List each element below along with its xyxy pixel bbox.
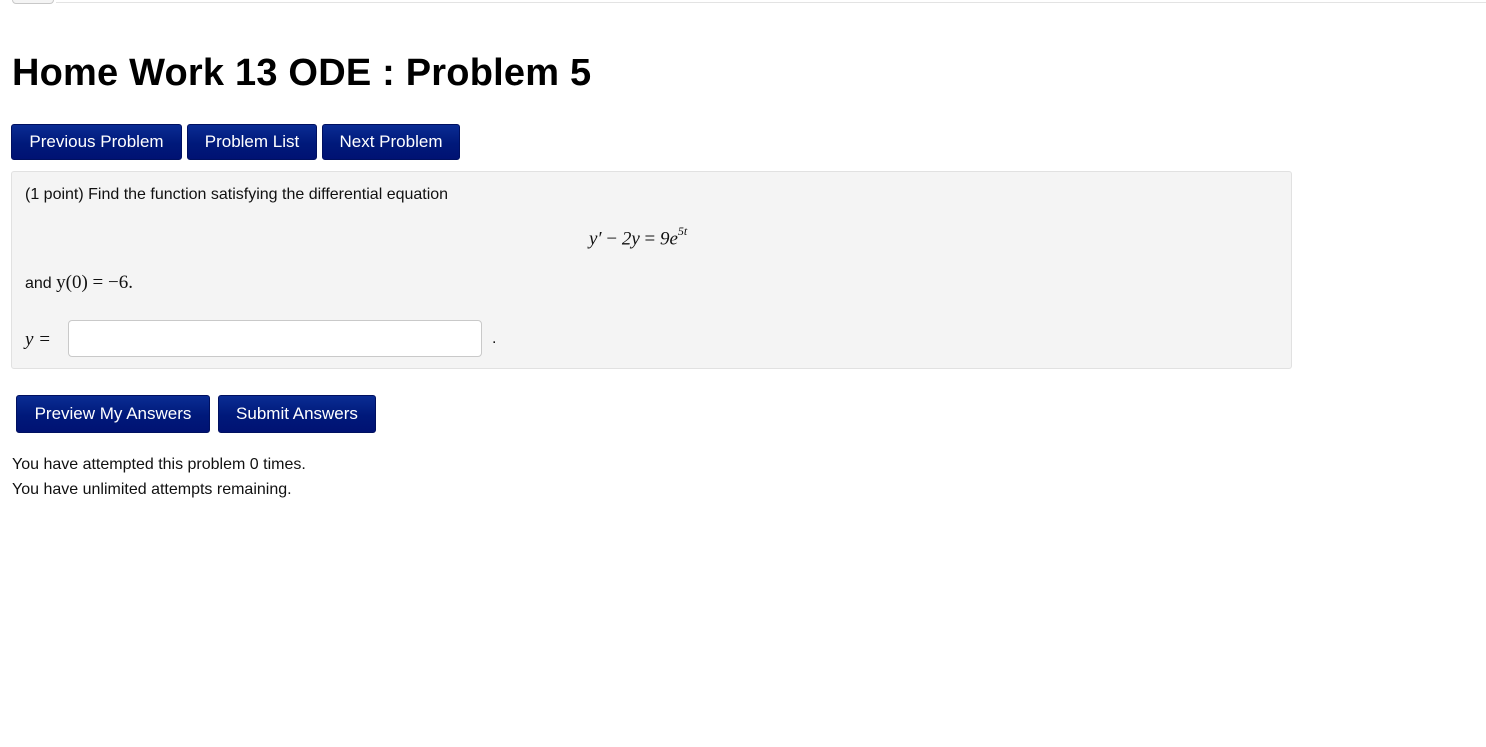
initial-prefix: and [25, 275, 57, 292]
problem-nav: Previous Problem Problem List Next Probl… [11, 124, 460, 160]
problem-panel: (1 point) Find the function satisfying t… [11, 171, 1292, 369]
previous-problem-button[interactable]: Previous Problem [11, 124, 182, 160]
top-tab[interactable] [12, 0, 54, 4]
problem-list-button[interactable]: Problem List [187, 124, 317, 160]
answer-input[interactable] [68, 320, 482, 357]
eq-equals: = [639, 228, 660, 250]
top-divider [56, 2, 1486, 3]
next-problem-button[interactable]: Next Problem [322, 124, 460, 160]
answer-actions: Preview My Answers Submit Answers [16, 395, 376, 433]
initial-suffix: . [128, 272, 133, 293]
answer-label: y = [25, 329, 52, 350]
eq-y-prime: y′ [589, 228, 602, 250]
initial-condition: y(0) = −6 [56, 272, 129, 293]
eq-term: 2y [621, 228, 640, 250]
differential-equation: y′ − 2y = 9e5t [589, 224, 688, 250]
eq-rhs: 9e [659, 228, 678, 250]
attempts-remaining-text: You have unlimited attempts remaining. [12, 481, 292, 498]
top-strip [0, 0, 1486, 4]
preview-answers-button[interactable]: Preview My Answers [16, 395, 210, 433]
attempt-status: You have attempted this problem 0 times.… [12, 452, 306, 502]
initial-condition-line: and y(0) = −6. [25, 272, 133, 294]
problem-intro: (1 point) Find the function satisfying t… [25, 186, 449, 203]
attempts-count-text: You have attempted this problem 0 times. [12, 456, 306, 473]
eq-exponent: 5t [677, 224, 688, 238]
submit-answers-button[interactable]: Submit Answers [218, 395, 376, 433]
answer-suffix: . [492, 330, 497, 347]
eq-minus: − [601, 228, 622, 250]
page-title: Home Work 13 ODE : Problem 5 [12, 52, 592, 94]
